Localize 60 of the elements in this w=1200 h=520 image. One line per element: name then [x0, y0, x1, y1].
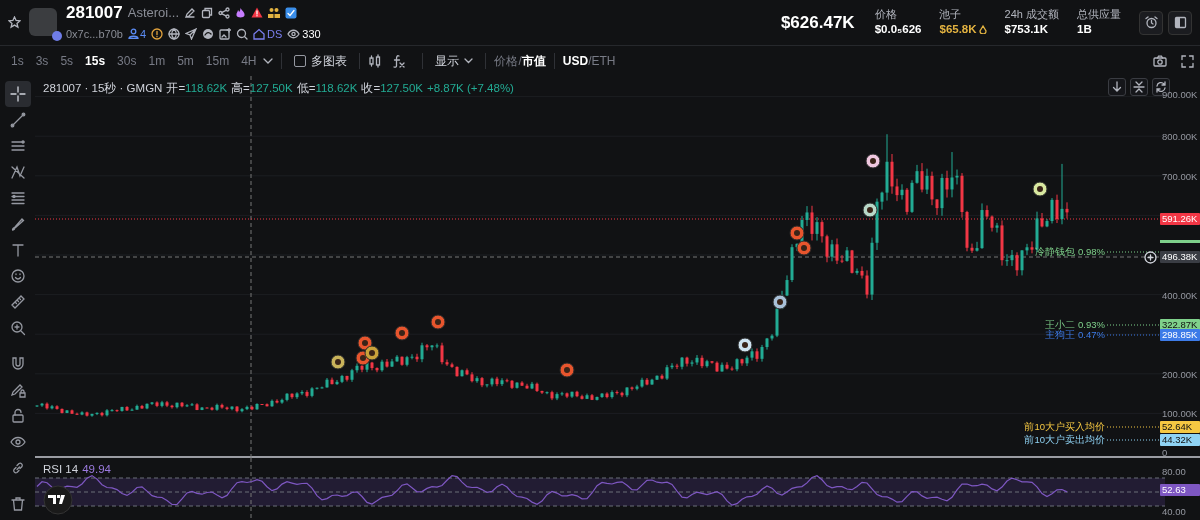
watchers-count: 330 [287, 25, 321, 42]
interval-tab[interactable]: 30s [112, 50, 142, 72]
stat-value: $0.0₅626 [874, 22, 922, 38]
price-line-tag: 44.32K [1160, 434, 1200, 446]
stat-value: $65.8K [939, 22, 987, 38]
ohlc-value: 开=118.62K [166, 81, 228, 96]
interval-tab[interactable]: 4H [236, 50, 262, 72]
price-line-tag: 298.85K [1160, 329, 1200, 341]
stat-value: $753.1K [1004, 22, 1050, 38]
crosshair-price-tag: 496.38K [1160, 251, 1200, 263]
toggle-option[interactable]: 价格 [494, 52, 519, 70]
axis-label: 200.00K [1162, 368, 1198, 382]
holders-count[interactable]: 4 [127, 25, 146, 42]
interval-tab[interactable]: 1m [143, 50, 171, 72]
last-price-tag: 591.26K [1160, 213, 1200, 225]
axis-label: 80.00 [1162, 465, 1186, 479]
interval-tab[interactable]: 15m [200, 50, 235, 72]
toggle-option[interactable]: USD [562, 52, 589, 70]
toggle-separator: / [588, 53, 592, 70]
stat-label: 池子 [939, 7, 963, 23]
axis-label: 800.00K [1162, 130, 1198, 144]
axis-label: 100.00K [1162, 407, 1198, 421]
interval-tab[interactable]: 5s [55, 50, 79, 72]
stat-label: 24h 成交额 [1004, 7, 1059, 23]
price-change: +8.87K (+7.48%) [427, 81, 514, 96]
axis-label: 900.00K [1162, 88, 1198, 102]
token-symbol: 281007 [66, 4, 123, 22]
dex-link[interactable]: DS [253, 25, 283, 42]
price-line-label: 王小二 0.93% [1045, 318, 1105, 331]
token-name: Asteroi... [127, 4, 180, 22]
ohlc-value: 收=127.50K [361, 81, 423, 96]
interval-tab[interactable]: 1s [6, 50, 29, 72]
ohlc-value: 高=127.50K [231, 81, 293, 96]
axis-label: 700.00K [1162, 170, 1198, 184]
stat-label: 价格 [874, 7, 898, 23]
interval-tab[interactable]: 5m [172, 50, 199, 72]
token-address[interactable]: 0x7c...b70b [66, 25, 123, 42]
price-line-tag: 52.64K [1160, 421, 1200, 433]
rsi-value: 49.94 [82, 462, 111, 477]
axis-label: 0 [1162, 446, 1168, 460]
price-line-label: 主狗王 0.47% [1045, 328, 1105, 342]
axis-label: 400.00K [1162, 289, 1198, 303]
multi-chart-checkbox[interactable]: 多图表 [290, 50, 352, 72]
rsi-label: RSI 14 [43, 462, 79, 477]
stat-label: 总供应量 [1077, 7, 1121, 23]
ohlc-value: 低=118.62K [296, 81, 358, 96]
interval-tab[interactable]: 3s [30, 50, 54, 72]
price-line-label: 冷静钱包 0.98% [1035, 245, 1105, 259]
toggle-option[interactable]: 市值 [521, 52, 546, 70]
display-dropdown[interactable]: 显示 [431, 50, 478, 72]
stat-value: 1B [1077, 22, 1093, 38]
price-line-label: 前10大户卖出均价 [1024, 433, 1105, 447]
price-line-label: 前10大户买入均价 [1024, 420, 1105, 434]
market-cap: $626.47K [780, 11, 855, 34]
axis-label: 40.00 [1162, 505, 1186, 519]
interval-tab[interactable]: 15s [80, 50, 111, 72]
toggle-separator: / [518, 53, 522, 70]
toggle-option[interactable]: ETH [591, 52, 616, 70]
chart-title: 281007 · 15秒 · GMGN [43, 81, 163, 96]
rsi-tag: 52.63 [1160, 484, 1200, 497]
